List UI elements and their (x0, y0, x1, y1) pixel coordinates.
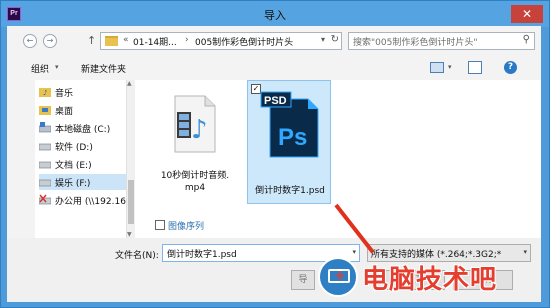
breadcrumb-item-parent[interactable]: 01-14期... (133, 35, 177, 48)
sidebar-item-label: 娱乐 (F:) (55, 179, 91, 189)
breadcrumb-chevron-icon[interactable]: › (185, 35, 189, 45)
file-item-psd[interactable]: ✓ PSD Ps 倒计时数字1.psd (247, 80, 331, 204)
back-button[interactable]: ← (23, 34, 37, 48)
sidebar-item-label: 办公用 (\\192.16 (55, 197, 126, 207)
file-name-line1: 倒计时数字1.psd (255, 186, 325, 196)
drive-icon (39, 122, 51, 133)
sidebar-item-label: 音乐 (55, 89, 74, 99)
search-input[interactable]: 搜索"005制作彩色倒计时片头" ⚲ (348, 32, 535, 50)
breadcrumb-item-current[interactable]: 005制作彩色倒计时片头 (195, 35, 293, 48)
watermark-text: 电脑技术吧 (362, 265, 498, 295)
sidebar-item-drive-e[interactable]: 文档 (E:) (39, 156, 126, 172)
sidebar-item-drive-d[interactable]: 软件 (D:) (39, 138, 126, 154)
up-directory-button[interactable]: ↑ (87, 34, 96, 47)
ps-logo: Ps (278, 124, 307, 151)
image-sequence-checkbox[interactable] (155, 220, 165, 230)
preview-pane-icon[interactable] (468, 61, 482, 74)
music-folder-icon: ♪ (39, 88, 51, 97)
sidebar-item-network[interactable]: 办公用 (\\192.16 (39, 192, 126, 208)
command-toolbar: 组织 ▾ 新建文件夹 ▾ ? (7, 56, 541, 80)
help-icon[interactable]: ? (504, 61, 517, 74)
dialog-title: 导入 (264, 10, 286, 22)
sidebar-item-music[interactable]: ♪ 音乐 (39, 84, 126, 100)
network-drive-icon (39, 194, 51, 205)
close-button[interactable]: ✕ (511, 5, 543, 23)
sidebar-item-label: 文档 (E:) (55, 161, 92, 171)
image-sequence-label: 图像序列 (168, 222, 205, 232)
forward-button[interactable]: → (43, 34, 57, 48)
scroll-up-icon[interactable]: ▲ (127, 80, 132, 87)
svg-text:♪: ♪ (191, 115, 208, 145)
new-folder-button[interactable]: 新建文件夹 (81, 62, 126, 75)
svg-text:♪: ♪ (43, 89, 47, 97)
breadcrumb-overflow-icon[interactable]: « (123, 35, 129, 45)
drive-icon (39, 179, 51, 187)
sidebar-item-label: 软件 (D:) (55, 143, 93, 153)
drive-icon (39, 161, 51, 169)
watermark-logo-icon: + (318, 257, 358, 297)
file-item-audio[interactable]: ♪ 10秒倒计时音频. mp4 (153, 80, 237, 204)
scrollbar-thumb[interactable] (128, 180, 134, 224)
sidebar-item-drive-f[interactable]: 娱乐 (F:) (39, 174, 126, 190)
title-bar: Pr 导入 ✕ (1, 1, 549, 27)
address-dropdown-icon[interactable]: ▾ (321, 35, 325, 44)
address-bar[interactable]: « 01-14期... › 005制作彩色倒计时片头 ▾ ↻ (100, 32, 342, 50)
sidebar-item-label: 本地磁盘 (C:) (55, 125, 111, 135)
scroll-down-icon[interactable]: ▼ (127, 231, 132, 238)
drive-icon (39, 143, 51, 151)
refresh-icon[interactable]: ↻ (331, 34, 339, 45)
navigation-bar: ← → ↑ « 01-14期... › 005制作彩色倒计时片头 ▾ ↻ 搜索"… (7, 26, 541, 56)
view-mode-icon[interactable] (430, 62, 444, 73)
sidebar-item-desktop[interactable]: 桌面 (39, 102, 126, 118)
file-name-line2: mp4 (184, 183, 206, 193)
import-folder-button[interactable]: 导 (291, 270, 315, 290)
sidebar-item-label: 桌面 (55, 107, 74, 117)
desktop-folder-icon (39, 106, 51, 115)
sidebar-item-drive-c[interactable]: 本地磁盘 (C:) (39, 120, 126, 136)
psd-thumb-label: PSD (264, 95, 287, 107)
filename-value: 倒计时数字1.psd (167, 250, 237, 260)
organize-caret-icon[interactable]: ▾ (55, 63, 59, 71)
navigation-pane: ♪ 音乐 桌面 本地磁盘 (C:) 软件 (D:) 文档 (E:) 娱乐 (F:… (35, 80, 127, 238)
watermark: + 电脑技术吧 (318, 253, 548, 301)
view-caret-icon[interactable]: ▾ (448, 63, 452, 71)
organize-menu[interactable]: 组织 (31, 62, 49, 75)
file-list: ♪ 10秒倒计时音频. mp4 ✓ PSD Ps 倒计时数字1.psd (135, 80, 541, 238)
file-name-line1: 10秒倒计时音频. (160, 171, 230, 181)
media-audio-file-icon: ♪ (174, 95, 216, 153)
search-placeholder: 搜索"005制作彩色倒计时片头" (353, 38, 478, 48)
sidebar-scrollbar[interactable]: ▲ ▼ (127, 80, 135, 238)
photoshop-file-icon: PSD Ps (260, 91, 319, 158)
folder-icon (105, 36, 118, 46)
search-icon[interactable]: ⚲ (523, 34, 530, 45)
filename-label: 文件名(N): (115, 251, 159, 261)
